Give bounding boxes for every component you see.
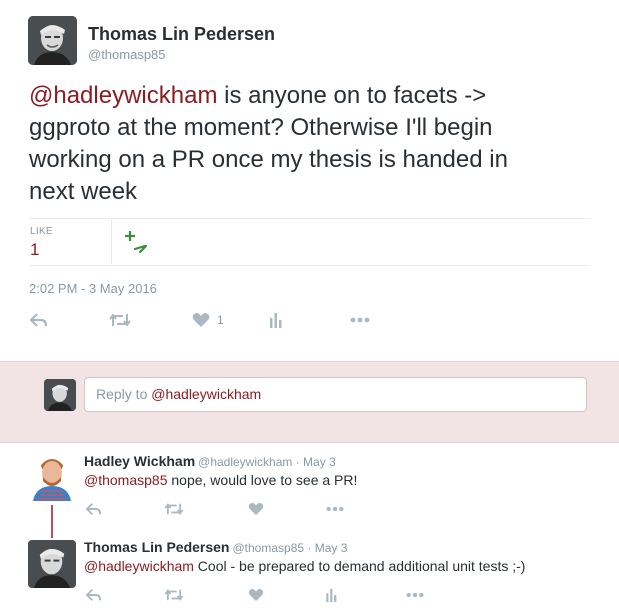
plus-arrow-icon[interactable]: [123, 228, 151, 256]
current-user-avatar: [44, 379, 76, 411]
analytics-button[interactable]: [325, 586, 338, 604]
reply-text: @thomasp85 nope, would love to see a PR!: [84, 472, 357, 488]
stats-divider: [111, 219, 112, 264]
retweet-button[interactable]: [164, 500, 184, 518]
retweet-icon: [109, 312, 131, 328]
reply-button[interactable]: [86, 586, 102, 604]
retweet-icon: [164, 502, 184, 516]
retweet-button[interactable]: [109, 311, 131, 329]
reply-author-name: Hadley Wickham: [84, 453, 196, 469]
reply-avatar[interactable]: [28, 453, 76, 501]
tweet-timestamp[interactable]: 2:02 PM - 3 May 2016: [29, 281, 157, 296]
reply-author-name: Thomas Lin Pedersen: [84, 539, 230, 555]
like-action-count: 1: [217, 313, 224, 327]
like-button[interactable]: [248, 586, 264, 604]
reply-button[interactable]: [30, 311, 48, 329]
heart-icon: [248, 502, 264, 516]
reply-author-meta: @thomasp85 · May 3: [232, 541, 348, 555]
like-button[interactable]: [248, 500, 264, 518]
heart-icon: [248, 588, 264, 602]
more-icon: [350, 317, 370, 323]
reply-input[interactable]: Reply to @hadleywickham: [84, 377, 587, 412]
author-handle[interactable]: @thomasp85: [88, 47, 166, 62]
reply-input-mention: @hadleywickham: [151, 386, 262, 402]
reply-mention-link[interactable]: @hadleywickham: [84, 558, 194, 574]
more-icon: [326, 506, 344, 512]
divider: [29, 265, 590, 266]
tweet-text-line1: is anyone on to facets ->: [217, 82, 487, 109]
reply-author[interactable]: Hadley Wickham @hadleywickham · May 3: [84, 453, 336, 469]
divider: [29, 218, 590, 219]
reply-text: @hadleywickham Cool - be prepared to dem…: [84, 558, 525, 574]
retweet-icon: [164, 588, 184, 602]
reply-body: nope, would love to see a PR!: [167, 472, 358, 488]
more-icon: [406, 592, 424, 598]
thread-connector: [51, 505, 53, 538]
reply-author-meta: @hadleywickham · May 3: [198, 455, 336, 469]
reply-button[interactable]: [86, 500, 102, 518]
like-stat-count[interactable]: 1: [30, 240, 39, 260]
tweet-text-line2: ggproto at the moment? Otherwise I'll be…: [29, 114, 493, 141]
analytics-button[interactable]: [269, 311, 283, 329]
analytics-icon: [269, 312, 283, 328]
reply-avatar[interactable]: [28, 540, 76, 588]
reply-mention-link[interactable]: @thomasp85: [84, 472, 167, 488]
like-button[interactable]: 1: [192, 311, 224, 329]
reply-body: Cool - be prepared to demand additional …: [193, 558, 526, 574]
analytics-icon: [325, 588, 338, 602]
heart-icon: [192, 312, 210, 328]
author-avatar[interactable]: [28, 16, 77, 65]
reply-author[interactable]: Thomas Lin Pedersen @thomasp85 · May 3: [84, 539, 347, 555]
reply-icon: [86, 502, 102, 516]
tweet-text: @hadleywickham is anyone on to facets ->…: [29, 80, 599, 208]
more-button[interactable]: [406, 586, 424, 604]
more-button[interactable]: [350, 311, 370, 329]
more-button[interactable]: [326, 500, 344, 518]
tweet-text-line4: next week: [29, 178, 138, 205]
author-name[interactable]: Thomas Lin Pedersen: [88, 24, 275, 45]
reply-icon: [30, 312, 48, 328]
reply-input-prefix: Reply to: [96, 386, 152, 402]
retweet-button[interactable]: [164, 586, 184, 604]
tweet-text-line3: working on a PR once my thesis is handed…: [29, 146, 508, 173]
like-stat-label: LIKE: [30, 226, 53, 237]
tweet-mention-link[interactable]: @hadleywickham: [29, 82, 217, 109]
reply-icon: [86, 588, 102, 602]
